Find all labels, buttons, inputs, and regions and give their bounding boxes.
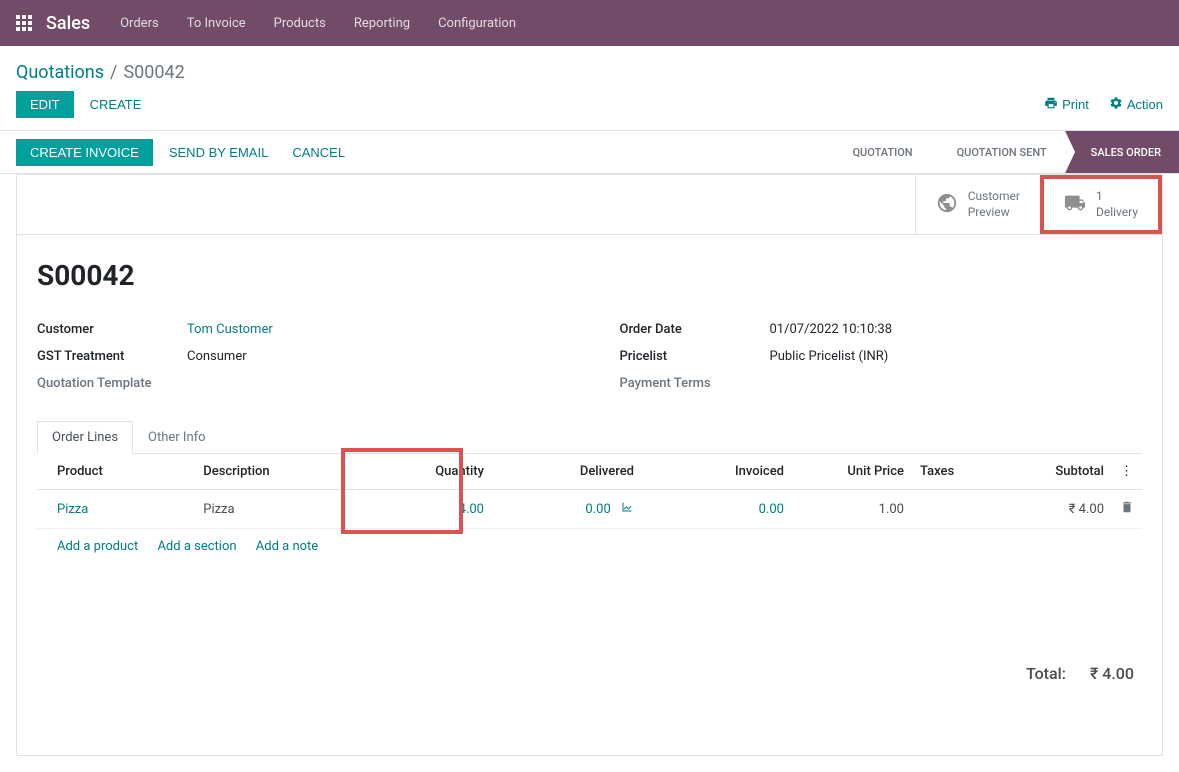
field-payment-terms-label: Payment Terms [620, 376, 770, 391]
add-section-link[interactable]: Add a section [157, 539, 236, 554]
globe-icon [936, 192, 958, 218]
nav-item-orders[interactable]: Orders [120, 16, 159, 31]
breadcrumb: Quotations / S00042 [0, 46, 1179, 91]
order-lines-table: Product Description Quantity Delivered I… [37, 454, 1142, 529]
send-by-email-button[interactable]: SEND BY EMAIL [169, 145, 268, 160]
field-customer-value[interactable]: Tom Customer [187, 322, 273, 337]
print-label: Print [1062, 97, 1089, 112]
app-title[interactable]: Sales [46, 13, 90, 34]
totals-row: Total: ₹ 4.00 [37, 644, 1142, 691]
col-header-taxes: Taxes [912, 454, 992, 490]
row-delivered[interactable]: 0.00 [585, 502, 610, 517]
nav-item-to-invoice[interactable]: To Invoice [187, 16, 246, 31]
stat-buttons-row: Customer Preview 1 Delivery [17, 175, 1162, 235]
status-step-quotation-sent[interactable]: QUOTATION SENT [931, 131, 1065, 173]
col-header-delivered: Delivered [492, 454, 642, 490]
action-label: Action [1127, 97, 1163, 112]
table-row[interactable]: Pizza Pizza 4.00 0.00 0.00 1.00 ₹ 4.00 [37, 490, 1142, 529]
create-invoice-button[interactable]: CREATE INVOICE [16, 139, 153, 166]
col-header-quantity: Quantity [372, 454, 492, 490]
form-sheet: Customer Preview 1 Delivery S00042 Custo… [16, 174, 1163, 756]
row-taxes [912, 490, 992, 529]
add-product-link[interactable]: Add a product [57, 539, 138, 554]
col-header-options: ⋮ [1112, 454, 1142, 490]
trash-icon[interactable] [1120, 503, 1134, 518]
add-note-link[interactable]: Add a note [256, 539, 318, 554]
create-button[interactable]: CREATE [90, 97, 142, 112]
field-quotation-template: Quotation Template [37, 370, 560, 397]
col-header-subtotal: Subtotal [992, 454, 1112, 490]
col-header-description: Description [195, 454, 372, 490]
total-label: Total: [1026, 664, 1066, 683]
row-quantity[interactable]: 4.00 [459, 502, 484, 517]
tab-other-info[interactable]: Other Info [133, 421, 221, 454]
field-order-date-value: 01/07/2022 10:10:38 [770, 322, 893, 337]
print-icon [1044, 96, 1058, 113]
kebab-icon[interactable]: ⋮ [1120, 464, 1133, 479]
delivery-stat-button[interactable]: 1 Delivery [1040, 175, 1162, 234]
field-order-date: Order Date 01/07/2022 10:10:38 [620, 316, 1143, 343]
stat-delivery-count: 1 [1096, 189, 1138, 205]
field-payment-terms: Payment Terms [620, 370, 1143, 397]
top-nav-bar: Sales Orders To Invoice Products Reporti… [0, 0, 1179, 46]
breadcrumb-current: S00042 [123, 62, 184, 83]
row-product[interactable]: Pizza [57, 502, 88, 517]
truck-icon [1064, 192, 1086, 218]
field-quote-tpl-label: Quotation Template [37, 376, 187, 391]
field-gst-value: Consumer [187, 349, 247, 364]
field-gst-treatment: GST Treatment Consumer [37, 343, 560, 370]
tabs: Order Lines Other Info [37, 421, 1142, 454]
cancel-button[interactable]: CANCEL [292, 145, 345, 160]
field-pricelist: Pricelist Public Pricelist (INR) [620, 343, 1143, 370]
status-bar: CREATE INVOICE SEND BY EMAIL CANCEL QUOT… [0, 130, 1179, 174]
field-pricelist-value: Public Pricelist (INR) [770, 349, 889, 364]
breadcrumb-separator: / [110, 62, 117, 83]
row-invoiced[interactable]: 0.00 [759, 502, 784, 517]
stat-delivery-label: Delivery [1096, 205, 1138, 221]
customer-preview-stat-button[interactable]: Customer Preview [915, 175, 1040, 234]
nav-item-products[interactable]: Products [274, 16, 326, 31]
col-header-product: Product [37, 454, 195, 490]
status-steps: QUOTATION QUOTATION SENT SALES ORDER [826, 131, 1179, 173]
status-step-quotation[interactable]: QUOTATION [826, 131, 930, 173]
print-button[interactable]: Print [1044, 96, 1089, 113]
col-header-unit-price: Unit Price [792, 454, 912, 490]
stat-preview-line2: Preview [968, 205, 1020, 221]
field-pricelist-label: Pricelist [620, 349, 770, 364]
gear-icon [1109, 96, 1123, 113]
edit-button[interactable]: EDIT [16, 91, 74, 118]
field-order-date-label: Order Date [620, 322, 770, 337]
stat-preview-line1: Customer [968, 189, 1020, 205]
field-customer: Customer Tom Customer [37, 316, 560, 343]
apps-icon[interactable] [16, 15, 32, 31]
chart-icon[interactable] [620, 502, 634, 517]
tab-order-lines[interactable]: Order Lines [37, 421, 133, 454]
nav-item-configuration[interactable]: Configuration [438, 16, 516, 31]
field-customer-label: Customer [37, 322, 187, 337]
order-name-title: S00042 [37, 259, 1142, 292]
row-description: Pizza [195, 490, 372, 529]
col-header-invoiced: Invoiced [642, 454, 792, 490]
action-button[interactable]: Action [1109, 96, 1163, 113]
breadcrumb-parent[interactable]: Quotations [16, 62, 104, 83]
total-value: ₹ 4.00 [1090, 664, 1134, 683]
nav-item-reporting[interactable]: Reporting [354, 16, 410, 31]
page-actions-row: EDIT CREATE Print Action [0, 91, 1179, 130]
row-subtotal: ₹ 4.00 [992, 490, 1112, 529]
status-step-sales-order[interactable]: SALES ORDER [1065, 131, 1179, 173]
row-unit-price: 1.00 [792, 490, 912, 529]
field-gst-label: GST Treatment [37, 349, 187, 364]
